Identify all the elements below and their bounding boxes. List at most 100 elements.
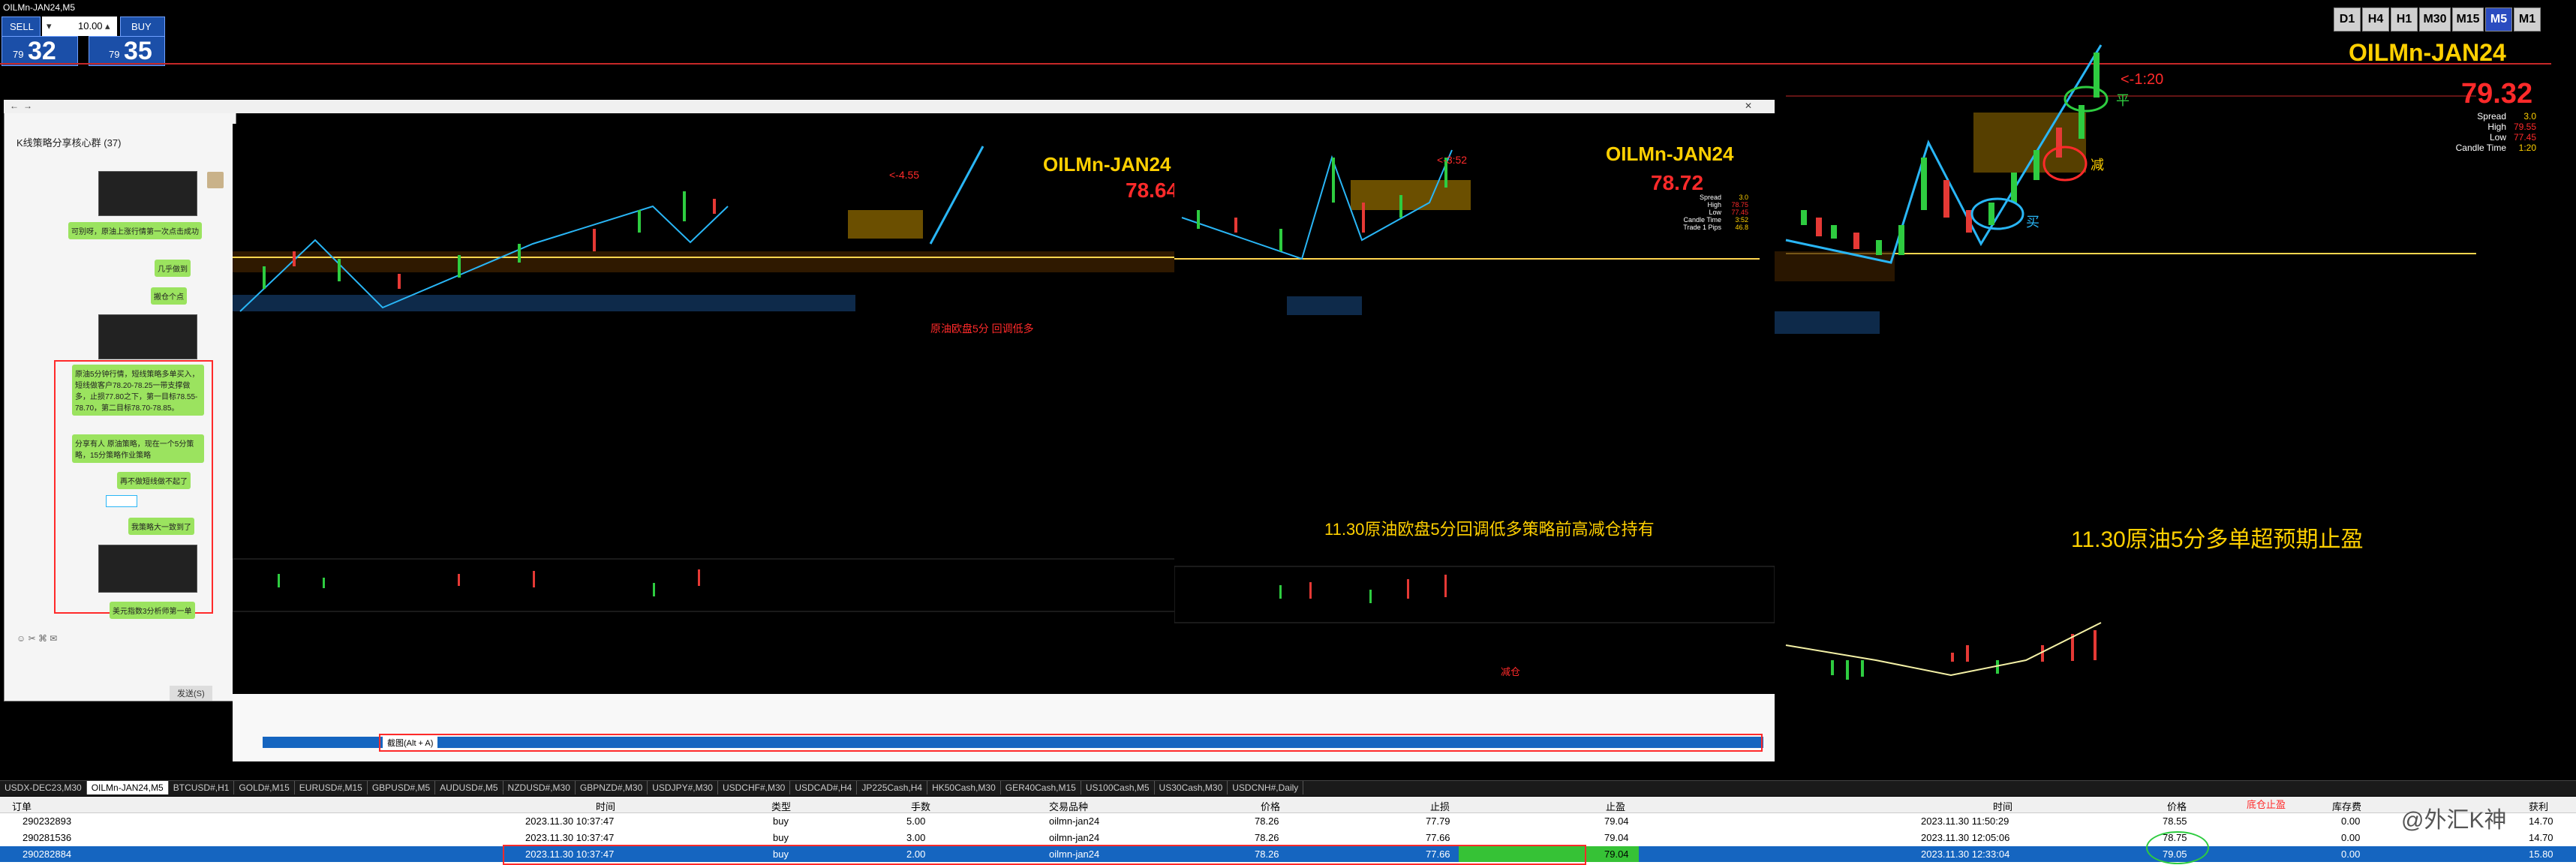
table-header: 订单 时间 类型 手数 交易品种 价格 止损 止盈 时间 价格 库存费 获利 (0, 797, 2576, 813)
oscillator-main (1786, 611, 2536, 686)
chat-image[interactable] (98, 314, 197, 359)
col-header[interactable]: 订单 (12, 799, 32, 813)
jian-label: 减 (2091, 158, 2104, 173)
tf-M15[interactable]: M15 (2452, 8, 2484, 32)
col-header[interactable]: 价格 (2167, 799, 2187, 813)
zone-rect-brown (1771, 251, 1895, 281)
tf-M1[interactable]: M1 (2514, 8, 2541, 32)
col-header[interactable]: 库存费 (2332, 799, 2361, 813)
tab-symbol-active[interactable]: OILMn-JAN24,M5 (86, 781, 169, 794)
chat-group-title: K线策略分享核心群 (37) (17, 137, 122, 149)
info-row: Trade 1 Pips 46.8 (1683, 224, 1748, 231)
tab-symbol[interactable]: GBPUSD#,M5 (368, 781, 436, 794)
orders-note: 底仓止盈 (2247, 799, 2286, 810)
inner-right-annotation: <-3:52 (1437, 154, 1468, 166)
inner-left-price: 78.64 (1126, 179, 1179, 202)
col-header[interactable]: 止损 (1430, 799, 1450, 813)
col-header[interactable]: 止盈 (1606, 799, 1625, 813)
watermark: @外汇K神 (2401, 808, 2507, 833)
inner-right-info-panel: Spread 3.0 High 78.75 Low 77.45 Candle Time… (1658, 194, 1748, 231)
info-candle-time: Candle Time 1:20 (2455, 143, 2536, 153)
col-header[interactable]: 类型 (771, 799, 791, 813)
chat-image[interactable] (98, 545, 197, 593)
close-icon[interactable]: ✕ (1745, 101, 1752, 111)
send-button[interactable]: 发送(S) (170, 686, 212, 701)
symbol-tabs-bar: USDX-DEC23,M30 OILMn-JAN24,M5 BTCUSD#,H1 GO… (0, 780, 2576, 796)
tab-symbol[interactable]: BTCUSD#,H1 (169, 781, 235, 794)
inner-right-symbol: OILMn-JAN24 (1606, 143, 1734, 165)
inner-table-note: 减仓 (1501, 666, 1521, 677)
inner-window-toolbar: ← → ✕ (4, 100, 1775, 113)
col-header[interactable]: 时间 (1993, 799, 2012, 813)
main-symbol-title: OILMn-JAN24 (2349, 39, 2506, 66)
ping-label: 平 (2116, 93, 2130, 108)
tab-symbol[interactable]: GER40Cash,M15 (1001, 781, 1081, 794)
tab-symbol[interactable]: EURUSD#,M15 (295, 781, 368, 794)
inner-left-tf-bar (1043, 133, 1178, 143)
orders-table: 订单 时间 类型 手数 交易品种 价格 止损 止盈 时间 价格 库存费 获利 2… (0, 797, 2576, 865)
forward-icon[interactable]: → (23, 101, 32, 111)
tf-M5[interactable]: M5 (2485, 8, 2512, 32)
tab-symbol[interactable]: GOLD#,M15 (234, 781, 295, 794)
chat-window: K线策略分享核心群 (37) 可别呀，原油上涨行情第一次点击成功 几乎做到 搬仓… (4, 100, 236, 701)
col-header[interactable]: 交易品种 (1049, 799, 1088, 813)
info-row: Low 77.45 (1709, 209, 1748, 216)
tab-symbol[interactable]: USDCHF#,M30 (718, 781, 791, 794)
screenshot-tooltip: 截图(Alt + A) (383, 736, 438, 749)
mai-label: 买 (2026, 215, 2039, 230)
chat-image[interactable] (98, 171, 197, 216)
info-row: Spread 3.0 (1699, 194, 1748, 201)
inner-right-price: 78.72 (1651, 171, 1704, 194)
tab-symbol[interactable]: USDX-DEC23,M30 (0, 781, 87, 794)
tab-symbol[interactable]: GBPNZD#,M30 (576, 781, 648, 794)
tab-symbol[interactable]: US100Cash,M5 (1081, 781, 1155, 794)
tab-symbol[interactable]: USDCAD#,H4 (790, 781, 858, 794)
avatar (207, 172, 224, 188)
row-highlight-box (503, 845, 1586, 865)
inner-right-caption: 11.30原油欧盘5分回调低多策略前高减仓持有 (1324, 520, 1655, 539)
info-high: High 79.55 (2487, 122, 2536, 132)
tab-symbol[interactable]: NZDUSD#,M30 (503, 781, 576, 794)
info-spread: Spread 3.0 (2477, 111, 2536, 122)
inner-orders-table: 减仓 截图(Alt + A) (233, 666, 1775, 761)
chat-message[interactable]: 美元指数3分析师第一单 (110, 602, 195, 619)
col-header[interactable]: 手数 (911, 799, 930, 813)
tab-symbol[interactable]: USDJPY#,M30 (648, 781, 718, 794)
tf-M30[interactable]: M30 (2419, 8, 2451, 32)
info-low: Low 77.45 (2489, 132, 2536, 143)
main-price: 79.32 (2461, 78, 2533, 110)
tf-H4[interactable]: H4 (2362, 8, 2389, 32)
info-row: Candle Time 3:52 (1683, 216, 1748, 224)
col-header[interactable]: 时间 (596, 799, 615, 813)
col-header[interactable]: 获利 (2529, 799, 2548, 813)
tf-H1[interactable]: H1 (2391, 8, 2418, 32)
inner-highlight-box (379, 734, 1763, 752)
main-ratio-annotation: <-1:20 (2121, 71, 2164, 88)
tab-symbol[interactable]: HK50Cash,M30 (927, 781, 1001, 794)
tab-symbol[interactable]: AUDUSD#,M5 (435, 781, 503, 794)
main-info-panel: Spread 3.0 High 79.55 Low 77.45 Candle Time… (2439, 111, 2536, 153)
chat-message[interactable]: 搬仓个点 (151, 287, 187, 305)
chat-message[interactable]: 分享有人 原油策略，现在一个5分策略，15分策略作业策略 (72, 434, 204, 463)
chat-message[interactable]: 几乎做到 (155, 260, 191, 277)
inner-left-caption: 原油欧盘5分 回调低多 (930, 323, 1034, 335)
inner-chart-left[interactable] (233, 124, 1178, 694)
tab-symbol[interactable]: JP225Cash,H4 (857, 781, 928, 794)
chat-message[interactable]: 可别呀，原油上涨行情第一次点击成功 (68, 222, 202, 239)
chat-message[interactable]: 我策略大一致到了 (128, 518, 194, 535)
mai-circle (1970, 197, 2024, 230)
tab-symbol[interactable]: US30Cash,M30 (1155, 781, 1228, 794)
inner-left-annotation: <-4.55 (889, 169, 920, 181)
col-header[interactable]: 价格 (1261, 799, 1280, 813)
emoji-icon[interactable]: ☺ ✂ ⌘ ✉ (17, 633, 57, 644)
chat-message[interactable]: 再不做短线做不起了 (117, 472, 191, 489)
tf-D1[interactable]: D1 (2334, 8, 2361, 32)
zone-rect (1775, 311, 1880, 334)
table-row[interactable]: 290232893 2023.11.30 10:37:47 buy 5.00 o… (0, 813, 2576, 829)
ping-circle (2064, 86, 2109, 113)
back-icon[interactable]: ← (10, 101, 19, 111)
tab-symbol[interactable]: USDCNH#,Daily (1228, 781, 1304, 794)
inner-left-symbol: OILMn-JAN24 (1043, 153, 1171, 176)
main-chart-caption: 11.30原油5分多单超预期止盈 (2071, 527, 2364, 552)
attachment[interactable] (106, 495, 137, 507)
